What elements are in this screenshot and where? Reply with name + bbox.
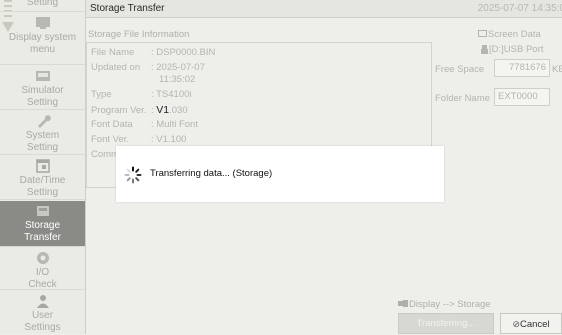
usb-icon — [481, 45, 488, 54]
sidebar-item-display-system-menu[interactable]: Display system menu — [0, 13, 85, 65]
font-ver-value: : V1.100 — [151, 134, 187, 145]
loading-spinner-icon — [124, 166, 142, 184]
program-ver-label: Program Ver. — [91, 105, 147, 116]
io-icon — [36, 252, 49, 264]
program-ver-major: V1 — [156, 104, 170, 116]
cancel-button[interactable]: ⊘Cancel — [500, 313, 562, 334]
datetime-display: 2025-07-07 14:35:0 — [477, 3, 562, 14]
sidebar-item-system-setting[interactable]: System Setting — [0, 111, 85, 155]
sidebar-item-user-settings[interactable]: User Settings — [0, 291, 85, 334]
type-value: : TS4100i — [151, 89, 192, 100]
font-data-value: : Multi Font — [151, 119, 198, 130]
type-label: Type — [91, 89, 112, 100]
free-space-unit: KE — [552, 64, 562, 75]
dialog-message: Transferring data... (Storage) — [150, 168, 273, 179]
cancel-button-label: Cancel — [519, 319, 550, 330]
font-ver-row: Font Ver. : V1.100 — [91, 134, 186, 145]
updated-label: Updated on — [91, 62, 141, 73]
file-name-value: : DSP0000.BIN — [151, 47, 216, 58]
sidebar-item-setting[interactable]: Setting — [0, 0, 85, 12]
updated-row: Updated on : 2025-07-07 — [91, 62, 205, 73]
sidebar-item-label: Storage Transfer — [24, 220, 61, 243]
folder-name-field[interactable]: EXT0000 — [494, 88, 550, 106]
sidebar-item-label: Setting — [26, 0, 59, 8]
screen-data-icon — [478, 30, 487, 37]
sidebar-item-label: System Setting — [25, 130, 60, 153]
free-space-label: Free Space — [435, 64, 485, 75]
cancel-icon: ⊘ — [512, 319, 520, 329]
section-title: Storage File Information — [88, 29, 190, 40]
transfer-direction-label: Display --> Storage — [409, 299, 491, 310]
font-data-row: Font Data : Multi Font — [91, 119, 198, 130]
sidebar: Setting Display system menu Simulator Se… — [0, 0, 86, 334]
free-space-field: 7781676 — [494, 59, 550, 77]
sidebar-item-date-time-setting[interactable]: Date/Time Setting — [0, 156, 85, 200]
program-ver-minor: .030 — [169, 105, 188, 116]
storage-icon — [36, 206, 49, 216]
updated-time: 11:35:02 — [159, 74, 196, 85]
file-name-label: File Name — [91, 47, 135, 58]
font-data-label: Font Data — [91, 119, 133, 130]
sidebar-item-label: Date/Time Setting — [19, 175, 66, 198]
wrench-icon — [37, 115, 51, 128]
file-name-row: File Name : DSP0000.BIN — [91, 47, 215, 58]
sidebar-item-simulator-setting[interactable]: Simulator Setting — [0, 66, 85, 110]
transfer-direction-icon — [398, 300, 408, 307]
sidebar-item-io-check[interactable]: I/O Check — [0, 248, 85, 290]
calendar-icon — [35, 159, 50, 173]
transferring-button[interactable]: Transferring... — [398, 313, 494, 334]
sidebar-item-label: Display system menu — [8, 32, 77, 55]
sidebar-item-label: User Settings — [24, 310, 61, 333]
program-ver-row: Program Ver. : V1.030 — [91, 104, 188, 116]
font-ver-label: Font Ver. — [91, 134, 130, 145]
simulator-icon — [35, 71, 50, 81]
folder-name-label: Folder Name — [435, 93, 490, 104]
display-icon — [35, 17, 50, 29]
page-title: Storage Transfer — [90, 3, 165, 14]
sidebar-item-label: I/O Check — [28, 267, 57, 290]
updated-date: : 2025-07-07 — [151, 62, 205, 73]
sidebar-item-label: Simulator Setting — [21, 85, 64, 108]
sidebar-item-storage-transfer[interactable]: Storage Transfer — [0, 201, 85, 247]
usb-port-label: [D:]USB Port — [489, 44, 544, 55]
screen-data-label: Screen Data — [488, 29, 541, 40]
program-ver-value: : V1.030 — [151, 104, 188, 116]
type-row: Type : TS4100i — [91, 89, 192, 100]
user-icon — [36, 295, 49, 308]
transfer-progress-dialog: Transferring data... (Storage) — [116, 146, 444, 202]
title-bar: Storage Transfer 2025-07-07 14:35:0 — [86, 0, 562, 18]
